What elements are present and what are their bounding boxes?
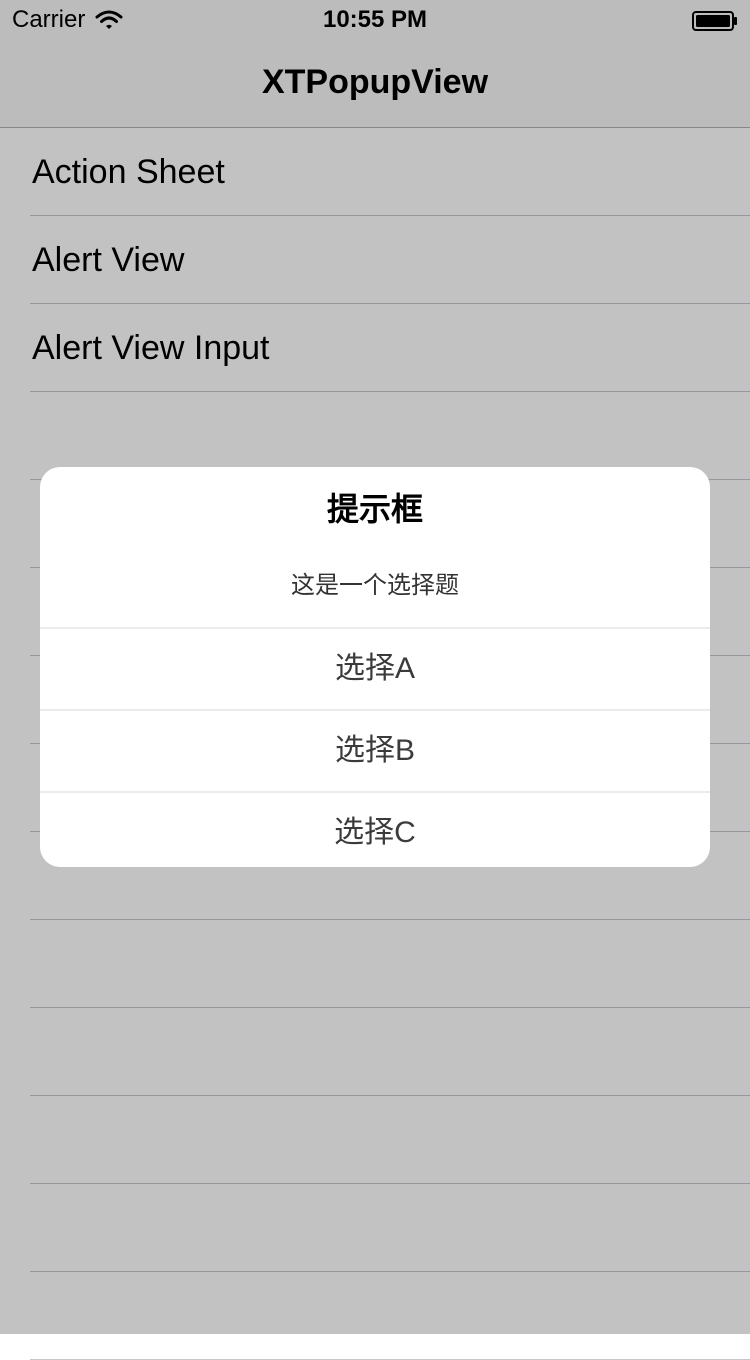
choice-c-button[interactable]: 选择C [40, 791, 710, 867]
choice-b-button[interactable]: 选择B [40, 709, 710, 791]
alert-message: 这是一个选择题 [291, 572, 459, 599]
choice-a-button[interactable]: 选择A [40, 627, 710, 709]
alert-title: 提示框 [326, 491, 423, 527]
alert-dialog: 提示框 这是一个选择题 选择A 选择B 选择C [40, 467, 710, 867]
alert-actions: 选择A 选择B 选择C [40, 627, 710, 867]
